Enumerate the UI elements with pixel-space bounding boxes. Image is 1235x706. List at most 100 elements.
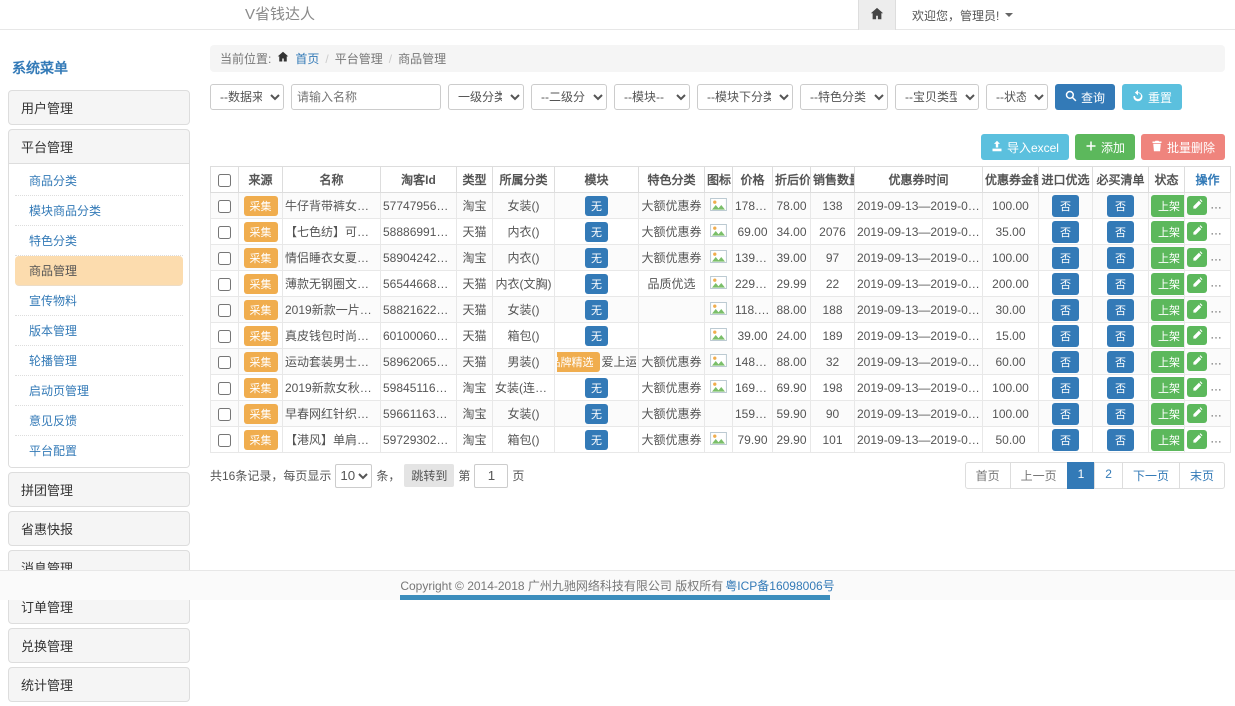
search-button[interactable]: 查询 — [1055, 84, 1115, 110]
pager-next[interactable]: 下一页 — [1122, 462, 1180, 489]
pager-page-1[interactable]: 1 — [1067, 462, 1096, 489]
name-input[interactable] — [291, 84, 441, 110]
row-checkbox[interactable] — [218, 408, 231, 421]
row-checkbox[interactable] — [218, 356, 231, 369]
row-checkbox[interactable] — [218, 434, 231, 447]
level2-category-select[interactable]: --二级分类-- — [531, 84, 607, 110]
pager-last[interactable]: 末页 — [1179, 462, 1225, 489]
status-button[interactable]: 上架 — [1151, 299, 1185, 321]
type-cell: 淘宝 — [457, 193, 493, 219]
edit-button[interactable] — [1187, 196, 1207, 215]
edit-button[interactable] — [1187, 274, 1207, 293]
batch-delete-button[interactable]: 批量删除 — [1141, 134, 1225, 160]
status-cell: 上架 — [1149, 401, 1185, 427]
must-buy-toggle[interactable]: 否 — [1107, 299, 1134, 321]
sidebar-item[interactable]: 宣传物料 — [15, 286, 183, 316]
sidebar-item[interactable]: 模块商品分类 — [15, 196, 183, 226]
sidebar-item-active[interactable]: 商品管理 — [15, 256, 183, 286]
must-buy-toggle[interactable]: 否 — [1107, 377, 1134, 399]
status-button[interactable]: 上架 — [1151, 403, 1185, 425]
status-button[interactable]: 上架 — [1151, 429, 1185, 451]
sidebar-section-3[interactable]: 省惠快报 — [9, 512, 189, 545]
import-select-toggle[interactable]: 否 — [1052, 325, 1079, 347]
edit-button[interactable] — [1187, 248, 1207, 267]
per-page-select[interactable]: 10 — [335, 464, 372, 488]
breadcrumb-home-link[interactable]: 首页 — [295, 50, 319, 67]
select-all-checkbox[interactable] — [218, 174, 231, 187]
import-select-toggle[interactable]: 否 — [1052, 247, 1079, 269]
sidebar-section-7[interactable]: 统计管理 — [9, 668, 189, 701]
icp-link[interactable]: 粤ICP备16098006号 — [725, 577, 834, 594]
edit-button[interactable] — [1187, 222, 1207, 241]
edit-button[interactable] — [1187, 378, 1207, 397]
must-buy-toggle[interactable]: 否 — [1107, 325, 1134, 347]
discount-price-cell: 69.90 — [773, 375, 811, 401]
sidebar-section-1[interactable]: 平台管理 — [9, 130, 189, 163]
status-button[interactable]: 上架 — [1151, 351, 1185, 373]
price-cell: 118.00 — [733, 297, 773, 323]
status-button[interactable]: 上架 — [1151, 221, 1185, 243]
module-select[interactable]: --模块-- — [614, 84, 690, 110]
row-checkbox[interactable] — [218, 382, 231, 395]
edit-button[interactable] — [1187, 404, 1207, 423]
reset-button[interactable]: 重置 — [1122, 84, 1182, 110]
status-button[interactable]: 上架 — [1151, 325, 1185, 347]
import-select-toggle[interactable]: 否 — [1052, 195, 1079, 217]
sidebar-item[interactable]: 特色分类 — [15, 226, 183, 256]
edit-button[interactable] — [1187, 300, 1207, 319]
must-buy-toggle[interactable]: 否 — [1107, 351, 1134, 373]
status-button[interactable]: 上架 — [1151, 273, 1185, 295]
must-buy-toggle[interactable]: 否 — [1107, 221, 1134, 243]
sidebar-section-2[interactable]: 拼团管理 — [9, 473, 189, 506]
jump-to-button[interactable]: 跳转到 — [404, 464, 454, 487]
import-select-toggle[interactable]: 否 — [1052, 299, 1079, 321]
import-select-toggle[interactable]: 否 — [1052, 221, 1079, 243]
module-sub-category-select[interactable]: --模块下分类-- — [697, 84, 793, 110]
sales-cell: 188 — [811, 297, 855, 323]
edit-button[interactable] — [1187, 352, 1207, 371]
sidebar-item[interactable]: 启动页管理 — [15, 376, 183, 406]
item-type-select[interactable]: --宝贝类型-- — [895, 84, 979, 110]
import-select-toggle[interactable]: 否 — [1052, 273, 1079, 295]
must-buy-toggle[interactable]: 否 — [1107, 403, 1134, 425]
sidebar-item[interactable]: 版本管理 — [15, 316, 183, 346]
must-buy-toggle[interactable]: 否 — [1107, 247, 1134, 269]
data-source-select[interactable]: --数据来源-- — [210, 84, 284, 110]
pager-prev[interactable]: 上一页 — [1010, 462, 1068, 489]
import-excel-button[interactable]: 导入excel — [981, 134, 1069, 160]
user-menu[interactable]: 欢迎您，管理员! — [912, 7, 1013, 24]
pager-first[interactable]: 首页 — [965, 462, 1011, 489]
sidebar-item[interactable]: 轮播管理 — [15, 346, 183, 376]
status-select[interactable]: --状态-- — [986, 84, 1048, 110]
row-checkbox[interactable] — [218, 226, 231, 239]
row-checkbox[interactable] — [218, 200, 231, 213]
must-buy-toggle[interactable]: 否 — [1107, 429, 1134, 451]
edit-button[interactable] — [1187, 430, 1207, 449]
must-buy-cell: 否 — [1093, 349, 1149, 375]
row-checkbox[interactable] — [218, 304, 231, 317]
status-button[interactable]: 上架 — [1151, 195, 1185, 217]
level1-category-select[interactable]: 一级分类 — [448, 84, 524, 110]
status-button[interactable]: 上架 — [1151, 377, 1185, 399]
home-button[interactable] — [858, 0, 896, 30]
row-checkbox[interactable] — [218, 330, 231, 343]
row-checkbox[interactable] — [218, 252, 231, 265]
sidebar-section-0[interactable]: 用户管理 — [9, 91, 189, 124]
import-select-toggle[interactable]: 否 — [1052, 351, 1079, 373]
feature-category-select[interactable]: --特色分类-- — [800, 84, 888, 110]
import-select-toggle[interactable]: 否 — [1052, 377, 1079, 399]
import-select-toggle[interactable]: 否 — [1052, 429, 1079, 451]
row-checkbox[interactable] — [218, 278, 231, 291]
sidebar-item[interactable]: 平台配置 — [15, 436, 183, 465]
add-button[interactable]: 添加 — [1075, 134, 1135, 160]
must-buy-toggle[interactable]: 否 — [1107, 195, 1134, 217]
sidebar-item[interactable]: 商品分类 — [15, 166, 183, 196]
import-select-toggle[interactable]: 否 — [1052, 403, 1079, 425]
sidebar-item[interactable]: 意见反馈 — [15, 406, 183, 436]
pager-page-2[interactable]: 2 — [1094, 462, 1123, 489]
edit-button[interactable] — [1187, 326, 1207, 345]
sidebar-section-6[interactable]: 兑换管理 — [9, 629, 189, 662]
page-jump-input[interactable] — [474, 464, 508, 488]
must-buy-toggle[interactable]: 否 — [1107, 273, 1134, 295]
status-button[interactable]: 上架 — [1151, 247, 1185, 269]
